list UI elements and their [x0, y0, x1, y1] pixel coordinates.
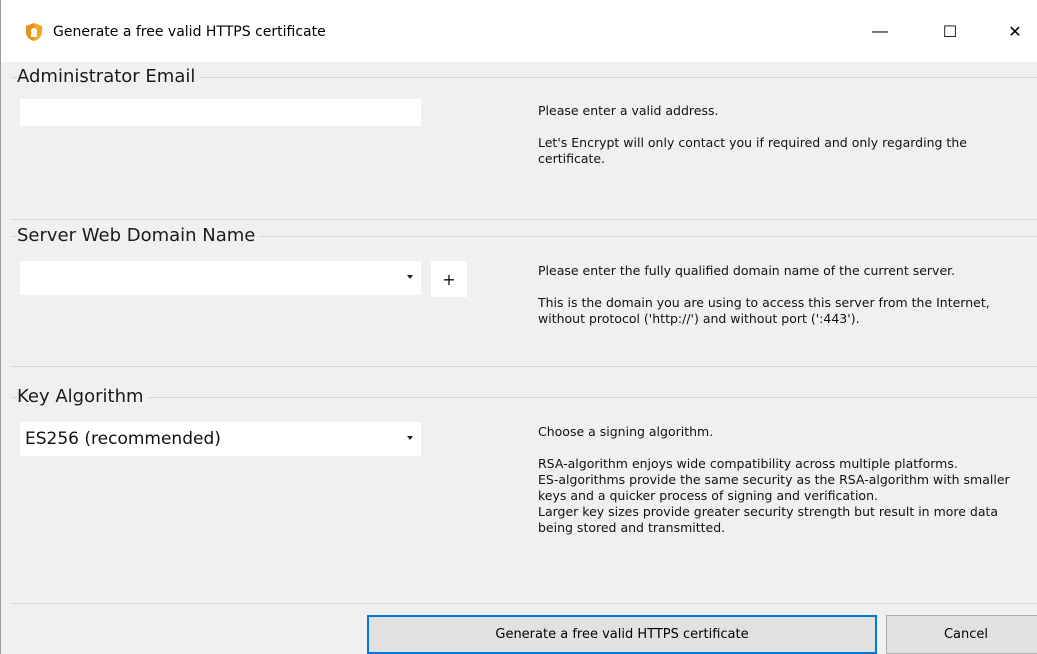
key-desc-es: ES-algorithms provide the same security …: [538, 472, 1010, 503]
key-algorithm-value: ES256 (recommended): [25, 429, 221, 449]
key-group: [11, 397, 1037, 398]
certificate-dialog: Generate a free valid HTTPS certificate …: [0, 0, 1037, 654]
maximize-button[interactable]: ☐: [927, 12, 973, 52]
close-button[interactable]: ✕: [992, 12, 1037, 52]
minimize-button[interactable]: —: [857, 12, 903, 52]
key-description: Choose a signing algorithm. RSA-algorith…: [538, 424, 1033, 536]
domain-group-title: Server Web Domain Name: [17, 225, 260, 247]
key-desc-line: Choose a signing algorithm.: [538, 424, 714, 439]
divider: [11, 366, 1037, 367]
email-description: Please enter a valid address. Let's Encr…: [538, 103, 1033, 167]
email-desc-line: Please enter a valid address.: [538, 103, 719, 118]
chevron-down-icon: [407, 275, 413, 279]
generate-certificate-button[interactable]: Generate a free valid HTTPS certificate: [367, 615, 877, 654]
key-desc-rsa: RSA-algorithm enjoys wide compatibility …: [538, 456, 958, 471]
title-bar: Generate a free valid HTTPS certificate …: [1, 0, 1037, 62]
shield-icon: [26, 23, 42, 41]
email-field[interactable]: [20, 99, 421, 126]
chevron-down-icon: [407, 436, 413, 440]
window-title: Generate a free valid HTTPS certificate: [53, 24, 326, 40]
domain-description: Please enter the fully qualified domain …: [538, 263, 1033, 327]
key-desc-size: Larger key sizes provide greater securit…: [538, 504, 999, 535]
key-group-title: Key Algorithm: [17, 386, 148, 408]
key-algorithm-dropdown[interactable]: ES256 (recommended): [20, 422, 421, 456]
domain-desc-line: Please enter the fully qualified domain …: [538, 263, 956, 278]
email-group-title: Administrator Email: [17, 66, 200, 88]
email-desc-detail: Let's Encrypt will only contact you if r…: [538, 135, 967, 166]
divider: [11, 219, 1037, 220]
divider: [11, 603, 1037, 604]
domain-desc-detail: This is the domain you are using to acce…: [538, 295, 990, 326]
add-domain-button[interactable]: +: [431, 261, 467, 297]
cancel-button[interactable]: Cancel: [886, 615, 1037, 654]
domain-dropdown[interactable]: [20, 261, 421, 295]
